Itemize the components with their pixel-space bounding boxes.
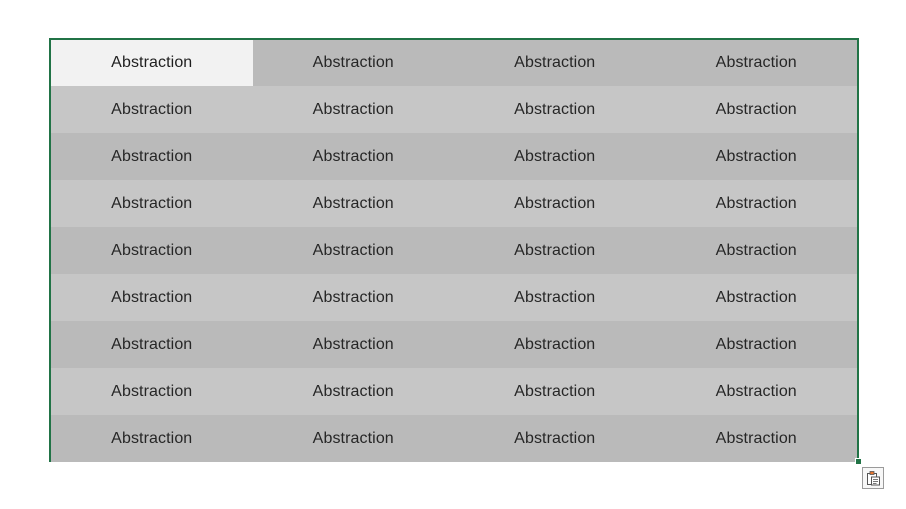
table-row: Abstraction Abstraction Abstraction Abst… [51,368,857,415]
table-cell[interactable]: Abstraction [454,415,656,462]
table-cell[interactable]: Abstraction [454,86,656,133]
table-cell[interactable]: Abstraction [253,40,455,86]
table-row: Abstraction Abstraction Abstraction Abst… [51,321,857,368]
table-cell[interactable]: Abstraction [51,368,253,415]
table-cell[interactable]: Abstraction [51,133,253,180]
table-row: Abstraction Abstraction Abstraction Abst… [51,40,857,86]
table-cell[interactable]: Abstraction [656,415,858,462]
table-cell[interactable]: Abstraction [253,86,455,133]
table-cell[interactable]: Abstraction [454,40,656,86]
table-cell[interactable]: Abstraction [51,180,253,227]
table-cell[interactable]: Abstraction [253,274,455,321]
table-cell[interactable]: Abstraction [454,133,656,180]
table-cell[interactable]: Abstraction [253,227,455,274]
table-row: Abstraction Abstraction Abstraction Abst… [51,227,857,274]
table-row: Abstraction Abstraction Abstraction Abst… [51,274,857,321]
table-cell[interactable]: Abstraction [51,274,253,321]
table-cell[interactable]: Abstraction [656,40,858,86]
table-cell[interactable]: Abstraction [454,274,656,321]
table-row: Abstraction Abstraction Abstraction Abst… [51,180,857,227]
selected-range[interactable]: Abstraction Abstraction Abstraction Abst… [49,38,859,462]
table-cell[interactable]: Abstraction [51,321,253,368]
table-cell[interactable]: Abstraction [454,180,656,227]
table-row: Abstraction Abstraction Abstraction Abst… [51,415,857,462]
table-cell[interactable]: Abstraction [253,133,455,180]
paste-options-button[interactable] [862,467,884,489]
table-row: Abstraction Abstraction Abstraction Abst… [51,86,857,133]
table-row: Abstraction Abstraction Abstraction Abst… [51,133,857,180]
table-cell[interactable]: Abstraction [454,321,656,368]
table-cell[interactable]: Abstraction [656,133,858,180]
table-cell[interactable]: Abstraction [51,86,253,133]
table-cell[interactable]: Abstraction [253,368,455,415]
table-cell[interactable]: Abstraction [253,321,455,368]
fill-handle-icon[interactable] [855,458,862,465]
table-cell[interactable]: Abstraction [253,415,455,462]
table-cell[interactable]: Abstraction [656,368,858,415]
table-cell[interactable]: Abstraction [253,180,455,227]
table-cell[interactable]: Abstraction [656,274,858,321]
table-cell[interactable]: Abstraction [656,321,858,368]
table-cell[interactable]: Abstraction [51,415,253,462]
table-cell[interactable]: Abstraction [656,86,858,133]
table-cell[interactable]: Abstraction [656,180,858,227]
table-cell[interactable]: Abstraction [656,227,858,274]
active-cell[interactable]: Abstraction [51,40,253,86]
table-cell[interactable]: Abstraction [51,227,253,274]
table-cell[interactable]: Abstraction [454,368,656,415]
table-cell[interactable]: Abstraction [454,227,656,274]
paste-options-icon [867,471,880,486]
